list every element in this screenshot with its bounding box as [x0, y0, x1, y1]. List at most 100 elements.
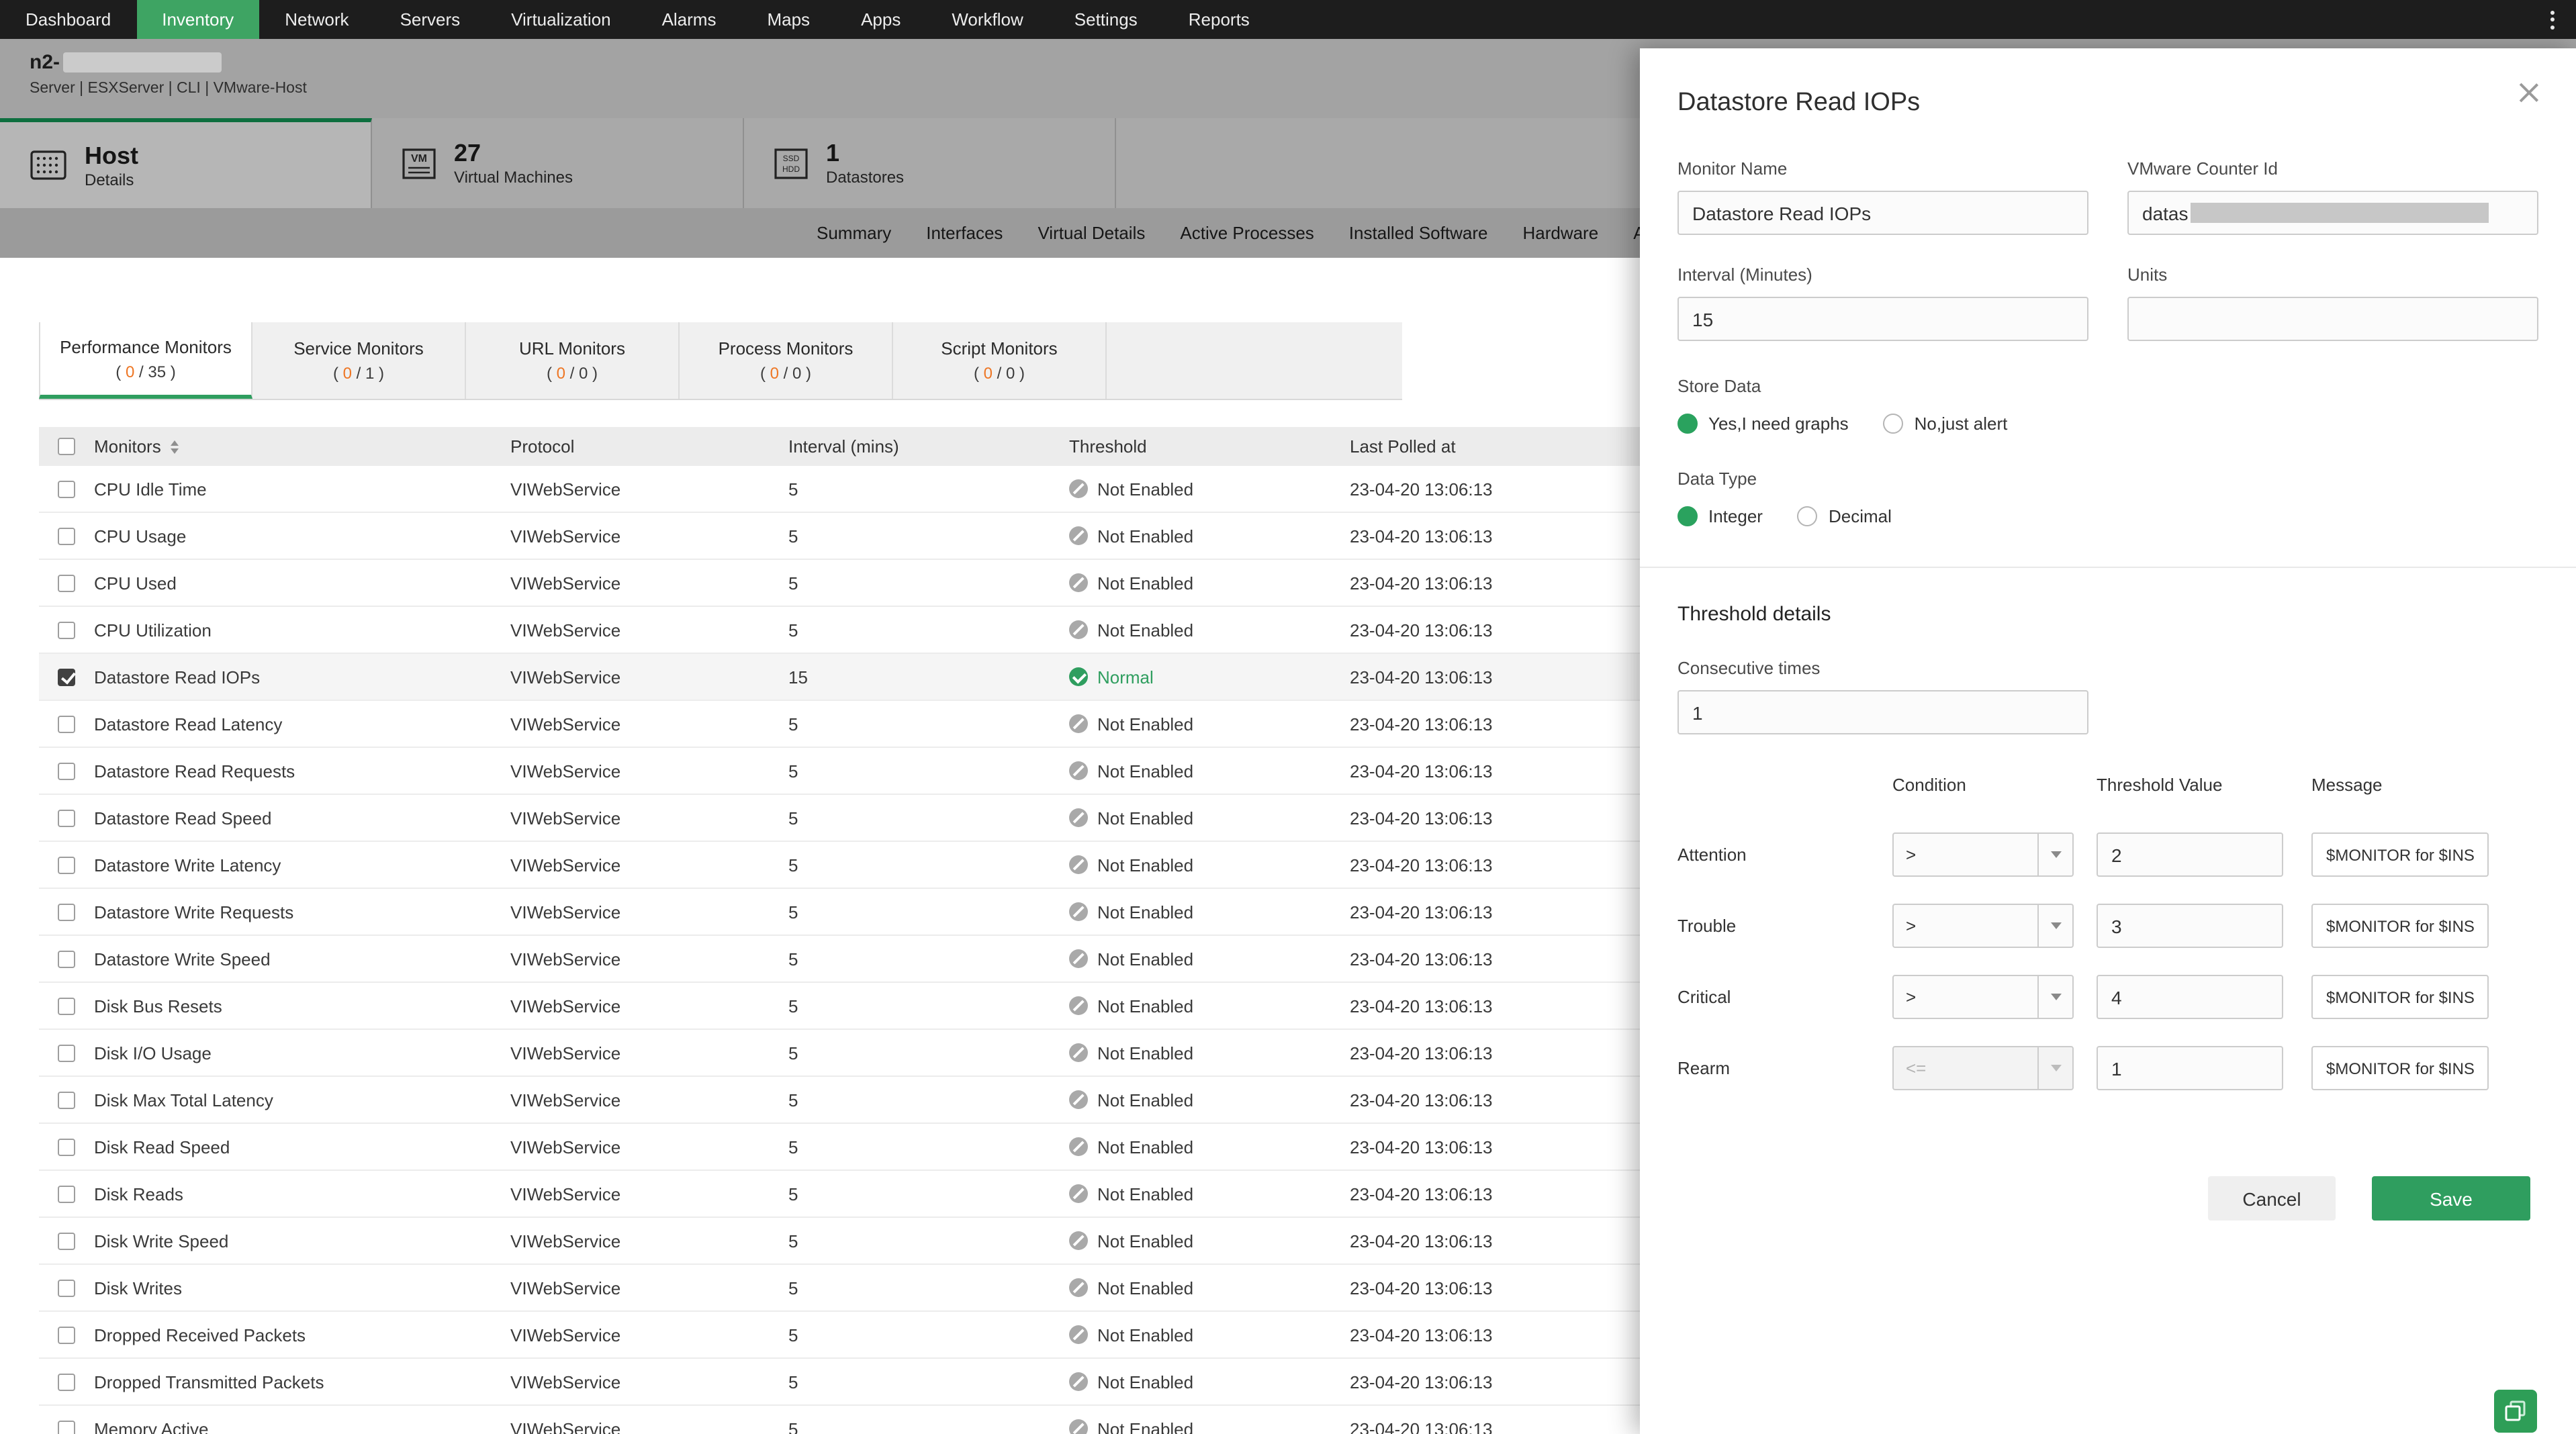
row-checkbox[interactable]	[58, 1185, 75, 1202]
row-checkbox[interactable]	[58, 1279, 75, 1296]
nav-item-maps[interactable]: Maps	[741, 0, 835, 39]
store-data-option-yes-i-need-graphs[interactable]: Yes,I need graphs	[1677, 414, 1849, 434]
monitor-name-input[interactable]: Datastore Read IOPs	[1677, 191, 2088, 235]
condition-select-critical[interactable]: >	[1892, 975, 2074, 1019]
monitor-name-cell[interactable]: CPU Idle Time	[94, 479, 510, 499]
row-checkbox[interactable]	[58, 1326, 75, 1343]
nav-item-virtualization[interactable]: Virtualization	[486, 0, 636, 39]
vmware-counter-id-input[interactable]: datas	[2127, 191, 2538, 235]
radio-icon[interactable]	[1677, 414, 1698, 434]
row-checkbox[interactable]	[58, 950, 75, 967]
row-checkbox[interactable]	[58, 1091, 75, 1108]
tab-host-details[interactable]: Host Details	[0, 118, 372, 208]
row-checkbox[interactable]	[58, 1420, 75, 1434]
condition-select-trouble[interactable]: >	[1892, 904, 2074, 948]
radio-icon[interactable]	[1883, 414, 1904, 434]
subtab-summary[interactable]: Summary	[817, 223, 891, 243]
subtab-active-processes[interactable]: Active Processes	[1180, 223, 1314, 243]
monitor-name-cell[interactable]: Disk Writes	[94, 1278, 510, 1298]
row-checkbox[interactable]	[58, 997, 75, 1014]
radio-icon[interactable]	[1677, 506, 1698, 526]
nav-item-network[interactable]: Network	[259, 0, 374, 39]
message-input-trouble[interactable]: $MONITOR for $INSTANCE	[2311, 904, 2489, 948]
consecutive-times-input[interactable]: 1	[1677, 690, 2088, 734]
tab-datastores[interactable]: SSD HDD 1 Datastores	[744, 118, 1116, 208]
row-checkbox[interactable]	[58, 1044, 75, 1061]
monitor-name-cell[interactable]: Datastore Read IOPs	[94, 667, 510, 687]
monitor-name-cell[interactable]: Disk I/O Usage	[94, 1043, 510, 1063]
nav-item-servers[interactable]: Servers	[375, 0, 486, 39]
save-button[interactable]: Save	[2372, 1176, 2530, 1221]
condition-select-rearm[interactable]: <=	[1892, 1046, 2074, 1090]
nav-item-reports[interactable]: Reports	[1163, 0, 1275, 39]
sort-icon[interactable]	[170, 440, 179, 453]
monitor-name-cell[interactable]: Disk Read Speed	[94, 1137, 510, 1157]
monitor-name-cell[interactable]: CPU Usage	[94, 526, 510, 546]
monitor-name-cell[interactable]: Disk Max Total Latency	[94, 1090, 510, 1110]
row-checkbox[interactable]	[58, 809, 75, 826]
row-checkbox[interactable]	[58, 668, 75, 685]
overflow-menu-icon[interactable]	[2529, 0, 2576, 39]
monitor-name-cell[interactable]: Datastore Write Requests	[94, 902, 510, 922]
nav-item-inventory[interactable]: Inventory	[136, 0, 260, 39]
subtab-installed-software[interactable]: Installed Software	[1349, 223, 1488, 243]
data-type-option-decimal[interactable]: Decimal	[1797, 506, 1892, 526]
monitor-name-cell[interactable]: Memory Active	[94, 1419, 510, 1434]
threshold-value-input-trouble[interactable]: 3	[2097, 904, 2283, 948]
monitor-name-cell[interactable]: Datastore Read Requests	[94, 761, 510, 781]
interval-input[interactable]: 15	[1677, 297, 2088, 341]
row-checkbox[interactable]	[58, 574, 75, 591]
data-type-option-integer[interactable]: Integer	[1677, 506, 1763, 526]
monitor-name-cell[interactable]: Datastore Write Speed	[94, 949, 510, 969]
store-data-option-no-just-alert[interactable]: No,just alert	[1883, 414, 2007, 434]
row-checkbox[interactable]	[58, 480, 75, 497]
chevron-down-icon[interactable]	[2037, 1047, 2072, 1089]
column-monitors[interactable]: Monitors	[94, 436, 161, 457]
close-icon[interactable]	[2517, 81, 2541, 105]
monitor-name-cell[interactable]: Datastore Write Latency	[94, 855, 510, 875]
chevron-down-icon[interactable]	[2037, 976, 2072, 1018]
monitor-name-cell[interactable]: CPU Utilization	[94, 620, 510, 640]
row-checkbox[interactable]	[58, 621, 75, 638]
row-checkbox[interactable]	[58, 762, 75, 779]
message-input-attention[interactable]: $MONITOR for $INSTANCE	[2311, 832, 2489, 877]
subtab-virtual-details[interactable]: Virtual Details	[1038, 223, 1145, 243]
units-input[interactable]	[2127, 297, 2538, 341]
monitor-name-cell[interactable]: Dropped Transmitted Packets	[94, 1372, 510, 1392]
cancel-button[interactable]: Cancel	[2208, 1176, 2336, 1221]
monitor-tab-script-monitors[interactable]: Script Monitors ( 0 / 0 )	[893, 322, 1107, 399]
row-checkbox[interactable]	[58, 1373, 75, 1390]
nav-item-apps[interactable]: Apps	[835, 0, 926, 39]
nav-item-alarms[interactable]: Alarms	[637, 0, 742, 39]
monitor-name-cell[interactable]: Datastore Read Latency	[94, 714, 510, 734]
monitor-name-cell[interactable]: CPU Used	[94, 573, 510, 593]
monitor-tab-process-monitors[interactable]: Process Monitors ( 0 / 0 )	[680, 322, 893, 399]
threshold-value-input-rearm[interactable]: 1	[2097, 1046, 2283, 1090]
monitor-name-cell[interactable]: Disk Reads	[94, 1184, 510, 1204]
chevron-down-icon[interactable]	[2037, 834, 2072, 875]
tab-virtual-machines[interactable]: VM 27 Virtual Machines	[372, 118, 744, 208]
nav-item-dashboard[interactable]: Dashboard	[0, 0, 136, 39]
radio-icon[interactable]	[1797, 506, 1818, 526]
feedback-button[interactable]	[2494, 1390, 2537, 1433]
nav-item-workflow[interactable]: Workflow	[926, 0, 1048, 39]
condition-select-attention[interactable]: >	[1892, 832, 2074, 877]
threshold-value-input-attention[interactable]: 2	[2097, 832, 2283, 877]
subtab-interfaces[interactable]: Interfaces	[926, 223, 1003, 243]
row-checkbox[interactable]	[58, 1138, 75, 1155]
select-all-checkbox[interactable]	[58, 438, 75, 455]
monitor-tab-service-monitors[interactable]: Service Monitors ( 0 / 1 )	[252, 322, 466, 399]
message-input-rearm[interactable]: $MONITOR for $INSTANCE	[2311, 1046, 2489, 1090]
monitor-name-cell[interactable]: Datastore Read Speed	[94, 808, 510, 828]
row-checkbox[interactable]	[58, 715, 75, 732]
monitor-name-cell[interactable]: Dropped Received Packets	[94, 1325, 510, 1345]
monitor-name-cell[interactable]: Disk Bus Resets	[94, 996, 510, 1016]
row-checkbox[interactable]	[58, 527, 75, 544]
monitor-name-cell[interactable]: Disk Write Speed	[94, 1231, 510, 1251]
subtab-hardware[interactable]: Hardware	[1522, 223, 1598, 243]
message-input-critical[interactable]: $MONITOR for $INSTANCE	[2311, 975, 2489, 1019]
row-checkbox[interactable]	[58, 903, 75, 920]
row-checkbox[interactable]	[58, 856, 75, 873]
monitor-tab-performance-monitors[interactable]: Performance Monitors ( 0 / 35 )	[39, 322, 252, 399]
chevron-down-icon[interactable]	[2037, 905, 2072, 947]
